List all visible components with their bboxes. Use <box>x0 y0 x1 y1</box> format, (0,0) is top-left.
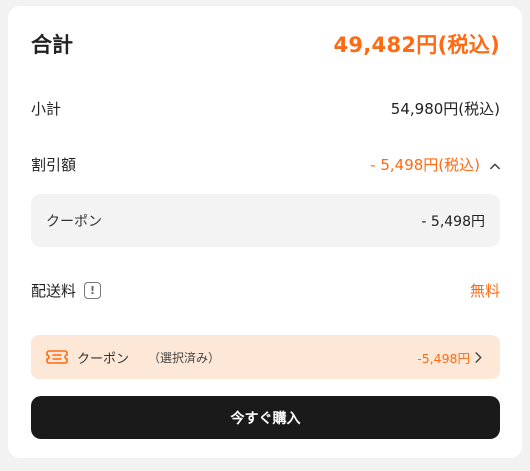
discount-row[interactable]: 割引額 - 5,498円(税込) <box>31 136 500 192</box>
coupon-discount-detail: クーポン - 5,498円 <box>31 194 500 247</box>
subtotal-row: 小計 54,980円(税込) <box>31 80 500 136</box>
shipping-label: 配送料 <box>31 281 77 300</box>
subtotal-value: 54,980円(税込) <box>390 99 500 118</box>
coupon-detail-amount: - 5,498円 <box>421 213 485 230</box>
discount-value: - 5,498円(税込) <box>370 155 480 174</box>
coupon-select-label: クーポン <box>77 351 130 367</box>
coupon-select-button[interactable]: クーポン （選択済み） -5,498円 <box>31 335 500 379</box>
total-value: 49,482円(税込) <box>333 33 500 57</box>
coupon-select-amount: -5,498円 <box>417 350 470 366</box>
discount-toggle[interactable]: - 5,498円(税込) <box>370 154 500 175</box>
total-label: 合計 <box>31 33 73 57</box>
total-row: 合計 49,482円(税込) <box>31 6 500 80</box>
ticket-icon <box>46 350 68 364</box>
coupon-select-right: -5,498円 <box>417 348 482 367</box>
coupon-detail-label: クーポン <box>46 213 102 230</box>
coupon-select-status: （選択済み） <box>148 350 221 365</box>
chevron-right-icon <box>475 351 482 363</box>
order-summary-card: 合計 49,482円(税込) 小計 54,980円(税込) 割引額 - 5,49… <box>8 6 522 458</box>
subtotal-label: 小計 <box>31 99 62 118</box>
info-icon[interactable]: ! <box>84 281 102 299</box>
shipping-row: 配送料 ! 無料 <box>31 247 500 333</box>
shipping-label-group: 配送料 ! <box>31 280 102 301</box>
shipping-value: 無料 <box>469 281 500 300</box>
coupon-select-left: クーポン （選択済み） <box>46 348 220 367</box>
buy-now-button[interactable]: 今すぐ購入 <box>31 396 500 439</box>
discount-label: 割引額 <box>31 155 77 174</box>
chevron-up-icon[interactable] <box>490 161 500 171</box>
